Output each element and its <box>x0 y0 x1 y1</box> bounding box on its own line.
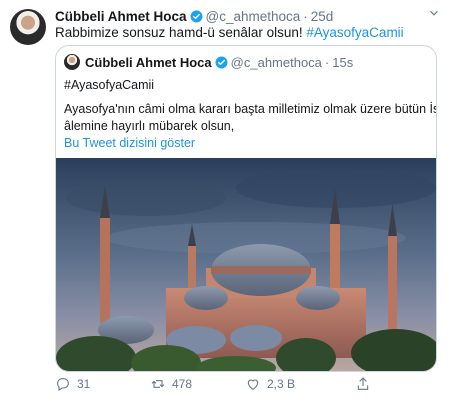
retweet-icon <box>151 380 165 388</box>
tweet-header: Cübbeli Ahmet Hoca @c_ahmethoca · 25d <box>55 7 441 25</box>
quoted-hashtag: #AyasofyaCamii <box>64 78 155 92</box>
like-button[interactable]: 2,3 B <box>245 376 355 392</box>
retweet-button[interactable]: 478 <box>150 376 245 392</box>
retweet-count: 478 <box>172 377 193 391</box>
author-handle[interactable]: @c_ahmethoca <box>206 9 301 24</box>
tweet-actions-bar: 31 478 2,3 B <box>55 372 435 396</box>
tweet-text-plain: Rabbimize sonsuz hamd-ü senâlar olsun! <box>55 25 307 40</box>
reply-icon <box>57 378 69 391</box>
author-name[interactable]: Cübbeli Ahmet Hoca <box>55 9 187 24</box>
quoted-text-line-2: âlemine hayırlı mübarek olsun, <box>64 119 235 133</box>
share-button[interactable] <box>355 376 377 392</box>
like-icon <box>247 379 259 390</box>
reply-button[interactable]: 31 <box>55 376 150 392</box>
quoted-author-handle: @c_ahmethoca <box>230 54 322 70</box>
share-icon <box>357 377 369 390</box>
more-icon[interactable] <box>427 6 441 23</box>
verified-badge-icon <box>190 10 203 23</box>
separator-dot: · <box>303 8 308 24</box>
like-count: 2,3 B <box>267 377 296 391</box>
separator-dot: · <box>324 54 330 70</box>
verified-badge-icon <box>215 56 228 69</box>
quoted-author-name: Cübbeli Ahmet Hoca <box>85 54 212 70</box>
tweet-hashtag-link[interactable]: #AyasofyaCamii <box>306 25 403 40</box>
quoted-tweet-header: Cübbeli Ahmet Hoca @c_ahmethoca · 15s <box>64 53 353 71</box>
hagia-sophia-photo[interactable] <box>56 158 436 371</box>
quoted-text-line-1: Ayasofya'nın câmi olma kararı başta mill… <box>64 102 437 116</box>
profile-avatar[interactable] <box>10 9 46 45</box>
quoted-timestamp: 15s <box>332 54 354 70</box>
reply-count: 31 <box>77 377 91 391</box>
quoted-avatar <box>64 54 80 70</box>
quoted-tweet-card[interactable]: Cübbeli Ahmet Hoca @c_ahmethoca · 15s #A… <box>55 45 437 372</box>
show-thread-link[interactable]: Bu Tweet dizisini göster <box>64 135 195 152</box>
tweet-timestamp[interactable]: 25d <box>311 9 334 24</box>
tweet-text: Rabbimize sonsuz hamd-ü senâlar olsun! #… <box>55 24 441 42</box>
